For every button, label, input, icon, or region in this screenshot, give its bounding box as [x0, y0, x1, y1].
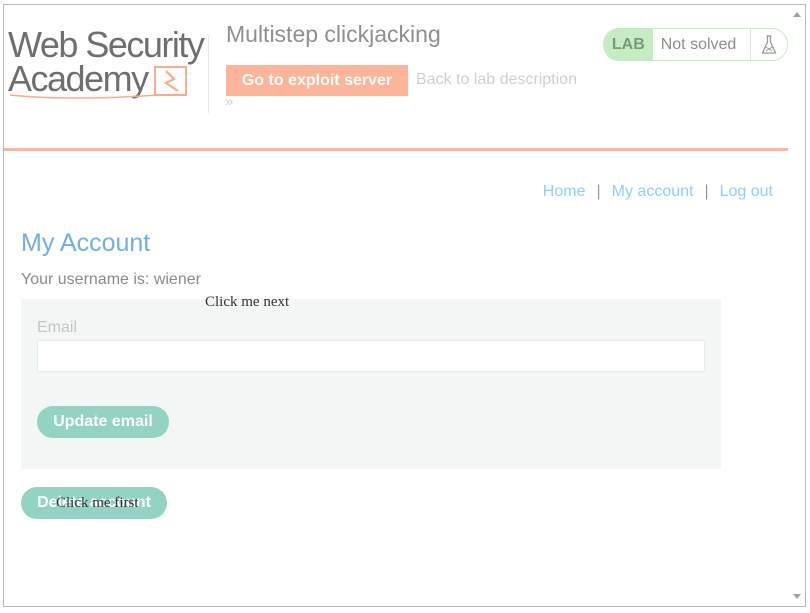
- lab-title: Multistep clickjacking: [226, 21, 441, 47]
- nav-home-link[interactable]: Home: [543, 183, 586, 201]
- logo-line2: Academy: [8, 58, 149, 99]
- go-to-exploit-server-button[interactable]: Go to exploit server: [226, 65, 408, 96]
- lab-status-widget: LAB Not solved: [603, 28, 788, 61]
- nav-my-account-link[interactable]: My account: [612, 183, 694, 201]
- decoy-click-me-next: Click me next: [205, 294, 290, 310]
- header-divider: [208, 35, 209, 113]
- nav-separator: |: [704, 183, 709, 200]
- back-to-lab-description-link[interactable]: Back to lab description: [416, 71, 577, 89]
- flask-icon: [750, 29, 787, 60]
- scroll-down-arrow-icon[interactable]: [793, 594, 801, 599]
- page-title: My Account: [21, 229, 151, 257]
- header-accent-line: [4, 148, 788, 151]
- change-email-form: Email Update email: [21, 299, 721, 469]
- top-nav: Home | My account | Log out: [543, 183, 773, 201]
- nav-separator: |: [596, 183, 601, 200]
- scroll-up-arrow-icon[interactable]: [793, 12, 801, 17]
- double-chevron-icon: »: [225, 93, 234, 110]
- lab-status-text: Not solved: [660, 36, 737, 53]
- username-text: Your username is: wiener: [21, 271, 201, 288]
- lab-header: Web Security Academy Multistep clickjack…: [4, 5, 788, 151]
- vertical-scrollbar[interactable]: [788, 5, 805, 606]
- web-security-academy-logo[interactable]: Web Security Academy: [8, 24, 208, 99]
- lab-badge: LAB: [604, 29, 653, 60]
- update-email-button[interactable]: Update email: [37, 406, 169, 438]
- logo-graphic: Web Security Academy: [8, 24, 206, 99]
- email-input[interactable]: [37, 340, 705, 372]
- nav-log-out-link[interactable]: Log out: [720, 183, 773, 201]
- decoy-click-me-first: Click me first: [56, 495, 139, 511]
- browser-viewport: Web Security Academy Multistep clickjack…: [3, 4, 806, 607]
- lightning-icon: [154, 66, 187, 96]
- email-label: Email: [37, 319, 78, 336]
